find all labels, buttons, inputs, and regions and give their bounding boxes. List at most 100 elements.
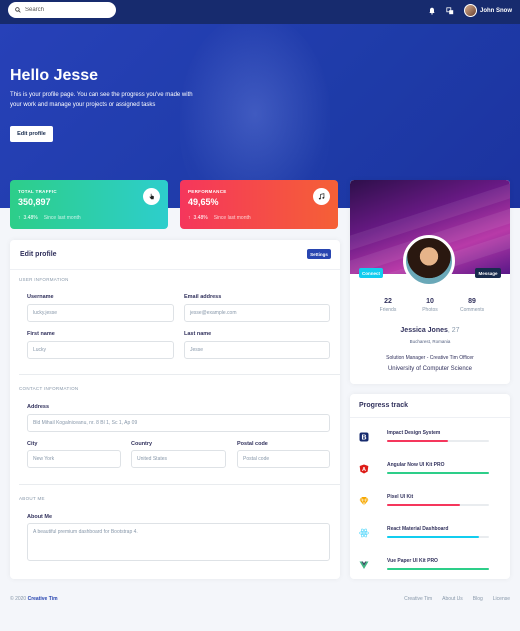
progress-bar [387, 504, 489, 506]
profile-education: University of Computer Science [387, 366, 473, 372]
username-field[interactable]: lucky.jesse [27, 304, 174, 322]
footer-link[interactable]: Blog [473, 596, 483, 602]
profile-name-text: Jessica Jones [400, 327, 448, 334]
profile-job: Solution Manager - Creative Tim Officer [386, 355, 474, 361]
search-box[interactable] [8, 2, 116, 18]
hand-pointer-icon [143, 188, 160, 205]
postal-code-label: Postal code [237, 441, 268, 447]
stat-label: PERFORMANCE [188, 189, 227, 194]
svg-text:B: B [361, 435, 366, 442]
stat-since: Since last month [43, 215, 81, 221]
music-icon [313, 188, 330, 205]
progress-item-name: React Material Dashboard [387, 526, 449, 532]
footer-copyright: © 2020 Creative Tim [10, 596, 58, 602]
stat-change: 3.48% [23, 215, 38, 221]
hero-description: This is your profile page. You can see t… [10, 92, 193, 108]
progress-bar-fill [387, 472, 489, 474]
section-about-me: ABOUT ME [19, 496, 45, 501]
about-me-textarea[interactable]: A beautiful premium dashboard for Bootst… [27, 523, 330, 561]
footer-brand-link[interactable]: Creative Tim [28, 596, 58, 602]
progress-item-name: Impact Design System [387, 430, 441, 436]
comments-count: 89 [468, 298, 476, 305]
vue-icon [359, 560, 369, 570]
stat-card-traffic: TOTAL TRAFFIC 350,897 ↑ 3.48% Since last m… [10, 180, 168, 229]
last-name-label: Last name [184, 331, 212, 337]
address-field[interactable]: Bld Mihail Kogalniceanu, nr. 8 Bl 1, Sc … [27, 414, 330, 432]
bootstrap-icon: B [359, 432, 369, 442]
stat-change: 3.48% [193, 215, 208, 221]
country-field[interactable]: United States [131, 450, 226, 468]
stat-since: Since last month [213, 215, 251, 221]
section-user-information: USER INFORMATION [19, 277, 69, 282]
progress-track-card: Progress track B Impact Design System A Ang… [350, 394, 510, 579]
progress-bar [387, 472, 489, 474]
footer-link[interactable]: About Us [442, 596, 463, 602]
footer-link[interactable]: License [493, 596, 510, 602]
user-menu[interactable]: John Snow [464, 4, 512, 17]
profile-location: Bucharest, Romania [409, 339, 451, 344]
search-icon [15, 7, 21, 13]
page-title: Hello Jesse [10, 67, 99, 84]
footer-link[interactable]: Creative Tim [404, 596, 432, 602]
profile-name: Jessica Jones, 27 [350, 327, 510, 334]
city-label: City [27, 441, 38, 447]
progress-bar [387, 568, 489, 570]
stat-card-performance: PERFORMANCE 49,65% ↑ 3.48% Since last mont… [180, 180, 338, 229]
progress-bar-fill [387, 568, 489, 570]
settings-button[interactable]: Settings [307, 249, 331, 259]
progress-item-name: Pixel UI Kit [387, 494, 414, 500]
progress-item-name: Angular Now UI Kit PRO [387, 462, 445, 468]
progress-bar-fill [387, 504, 461, 506]
message-button[interactable]: Message [475, 268, 501, 278]
progress-bar [387, 440, 489, 442]
progress-item: React Material Dashboard [359, 526, 501, 546]
address-label: Address [27, 404, 50, 410]
card-title: Edit profile [20, 251, 57, 258]
svg-text:A: A [362, 467, 366, 473]
progress-item: B Impact Design System [359, 430, 501, 450]
stat-value: 49,65% [188, 197, 219, 207]
progress-bar [387, 536, 489, 538]
comments-label: Comments [460, 307, 485, 313]
grid-icon[interactable] [446, 6, 454, 15]
footer-links: Creative Tim About Us Blog License [404, 596, 510, 602]
bell-icon[interactable] [428, 7, 436, 15]
progress-item-name: Vue Paper UI Kit PRO [387, 558, 438, 564]
avatar [464, 4, 477, 17]
profile-avatar [403, 235, 455, 287]
arrow-up-icon: ↑ [18, 215, 21, 221]
photos-count: 10 [426, 298, 434, 305]
last-name-field[interactable]: Jesse [184, 341, 330, 359]
progress-bar-fill [387, 536, 479, 538]
arrow-up-icon: ↑ [188, 215, 191, 221]
city-field[interactable]: New York [27, 450, 121, 468]
email-label: Email address [184, 294, 222, 300]
profile-card: Connect Message 22 Friends 10 Photos 89 Com… [350, 180, 510, 384]
angular-icon: A [359, 464, 369, 474]
postal-code-field[interactable]: Postal code [237, 450, 330, 468]
photos-label: Photos [422, 307, 438, 313]
user-name: John Snow [480, 7, 512, 14]
sketch-icon [359, 496, 369, 506]
copyright-text: © 2020 [10, 596, 28, 602]
react-icon [359, 528, 369, 538]
email-field[interactable]: jesse@example.com [184, 304, 330, 322]
first-name-field[interactable]: Lucky [27, 341, 174, 359]
stat-value: 350,897 [18, 197, 51, 207]
profile-stats: 22 Friends 10 Photos 89 Comments [350, 298, 510, 313]
friends-count: 22 [384, 298, 392, 305]
progress-item: Pixel UI Kit [359, 494, 501, 514]
top-navbar: John Snow [0, 0, 520, 24]
edit-profile-button[interactable]: Edit profile [10, 126, 53, 142]
progress-bar-fill [387, 440, 449, 442]
stat-label: TOTAL TRAFFIC [18, 189, 57, 194]
country-label: Country [131, 441, 153, 447]
connect-button[interactable]: Connect [359, 268, 383, 278]
search-input[interactable] [25, 7, 105, 13]
friends-label: Friends [379, 307, 397, 313]
card-title: Progress track [359, 402, 409, 409]
divider [19, 374, 340, 375]
progress-item: A Angular Now UI Kit PRO [359, 462, 501, 482]
first-name-label: First name [27, 331, 55, 337]
progress-item: Vue Paper UI Kit PRO [359, 558, 501, 578]
